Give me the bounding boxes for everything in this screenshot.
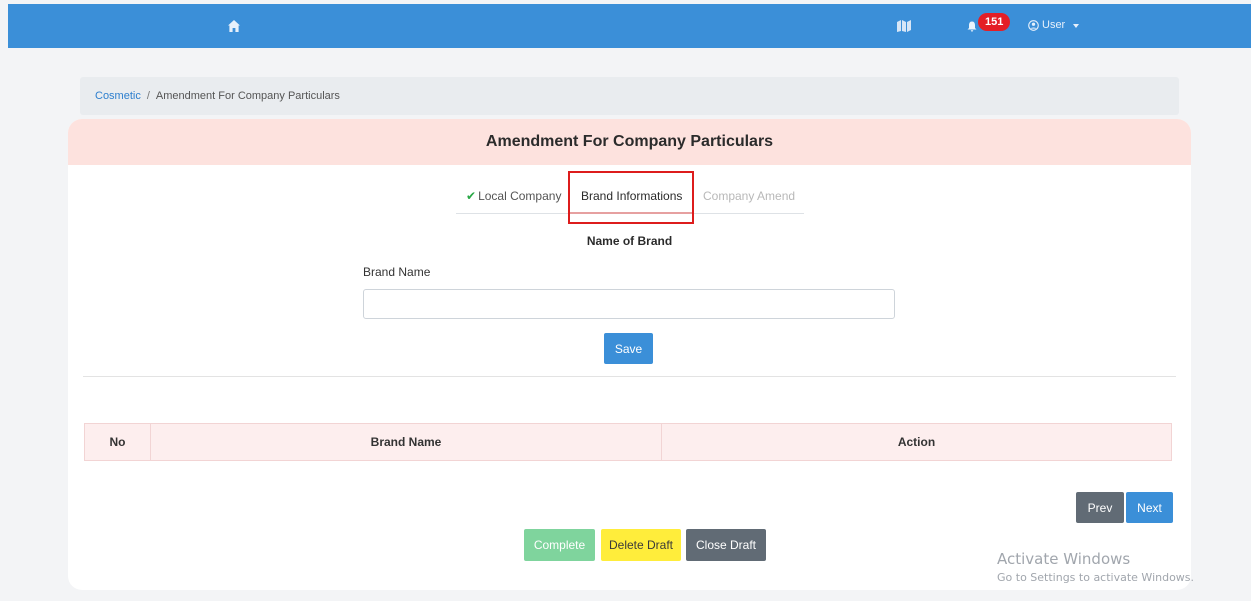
user-circle-icon <box>1028 19 1039 31</box>
tab-local-company[interactable]: ✔ Local Company <box>466 189 561 203</box>
caret-down-icon <box>1073 23 1080 28</box>
tab-label: Local Company <box>478 189 562 203</box>
user-menu[interactable]: User <box>1028 18 1080 32</box>
column-header-action: Action <box>661 423 1172 461</box>
tab-company-amend[interactable]: Company Amend <box>703 189 795 203</box>
delete-draft-button[interactable]: Delete Draft <box>601 529 681 561</box>
brand-name-label: Brand Name <box>363 265 431 279</box>
breadcrumb-link-cosmetic[interactable]: Cosmetic <box>95 90 141 102</box>
close-draft-button[interactable]: Close Draft <box>686 529 766 561</box>
breadcrumb: Cosmetic / Amendment For Company Particu… <box>80 77 1179 115</box>
amendment-card: Amendment For Company Particulars ✔ Local… <box>68 119 1191 590</box>
next-button[interactable]: Next <box>1126 492 1173 523</box>
top-navbar: 151 User <box>8 4 1251 48</box>
page-title: Amendment For Company Particulars <box>485 133 774 150</box>
breadcrumb-separator: / <box>146 90 150 102</box>
table-header-row: No Brand Name Action <box>84 423 1172 461</box>
user-label: User <box>1042 19 1066 31</box>
column-header-brand-name: Brand Name <box>150 423 662 461</box>
highlight-box <box>568 171 694 224</box>
tab-label: Company Amend <box>703 189 796 203</box>
watermark-subtitle: Go to Settings to activate Windows. <box>997 571 1195 584</box>
brand-table: No Brand Name Action <box>84 423 1172 461</box>
check-icon: ✔ <box>466 189 477 203</box>
activate-windows-watermark: Activate Windows Go to Settings to activ… <box>997 549 1194 587</box>
home-icon[interactable] <box>227 19 241 33</box>
complete-button[interactable]: Complete <box>524 529 595 561</box>
notification-badge[interactable]: 151 <box>978 13 1011 31</box>
divider <box>83 376 1176 377</box>
watermark-title: Activate Windows <box>997 550 1131 568</box>
save-button[interactable]: Save <box>604 333 653 364</box>
card-header: Amendment For Company Particulars <box>68 119 1191 165</box>
section-title: Name of Brand <box>586 234 673 248</box>
bell-icon[interactable] <box>967 21 977 32</box>
step-tabs: ✔ Local Company Brand Informations Compan… <box>456 165 804 224</box>
book-map-icon[interactable] <box>896 19 912 33</box>
column-header-no: No <box>84 423 151 461</box>
breadcrumb-current: Amendment For Company Particulars <box>155 90 340 102</box>
prev-button[interactable]: Prev <box>1076 492 1124 523</box>
brand-name-input[interactable] <box>363 289 895 319</box>
